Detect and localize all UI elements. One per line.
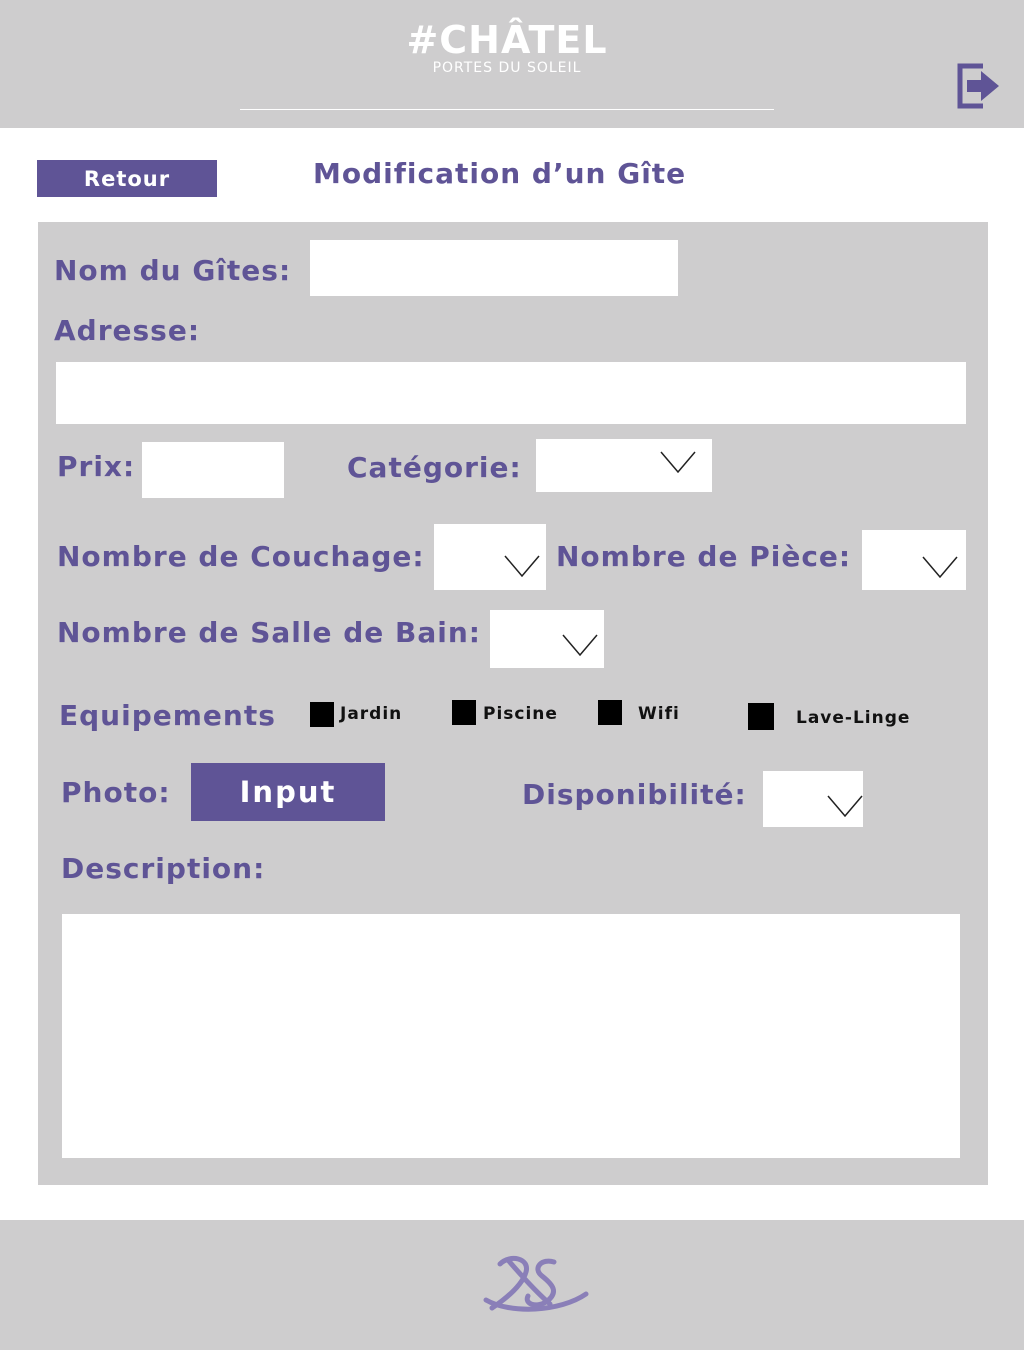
checkbox-label-piscine: Piscine	[483, 704, 558, 724]
chevron-down-icon	[504, 555, 540, 577]
back-button[interactable]: Retour	[37, 160, 217, 197]
checkbox-piscine[interactable]	[452, 700, 476, 725]
name-input[interactable]	[310, 240, 678, 296]
price-input[interactable]	[142, 442, 284, 498]
xs-monogram-logo	[483, 1255, 589, 1312]
rooms-label: Nombre de Pièce:	[556, 540, 852, 573]
rooms-select[interactable]	[862, 530, 966, 590]
description-textarea[interactable]	[62, 914, 960, 1158]
address-input[interactable]	[56, 362, 966, 424]
header: #CHÂTEL PORTES DU SOLEIL	[0, 0, 1024, 128]
beds-label: Nombre de Couchage:	[57, 540, 425, 573]
bathrooms-label: Nombre de Salle de Bain:	[57, 616, 481, 649]
description-label: Description:	[61, 852, 266, 885]
checkbox-label-lave-linge: Lave-Linge	[796, 708, 911, 728]
availability-select[interactable]	[763, 771, 863, 827]
header-divider	[240, 109, 774, 110]
logo-sub-text: PORTES DU SOLEIL	[432, 60, 582, 76]
equipment-label: Equipements	[59, 699, 276, 732]
checkbox-label-jardin: Jardin	[340, 704, 403, 724]
page-title: Modification d’un Gîte	[313, 157, 687, 190]
logo-main-text: #CHÂTEL	[406, 18, 608, 62]
checkbox-wifi[interactable]	[598, 700, 622, 725]
availability-label: Disponibilité:	[522, 778, 747, 811]
address-label: Adresse:	[54, 314, 201, 347]
price-label: Prix:	[57, 450, 136, 483]
beds-select[interactable]	[434, 524, 546, 590]
chatel-logo: #CHÂTEL PORTES DU SOLEIL	[240, 20, 774, 76]
bathrooms-select[interactable]	[490, 610, 604, 668]
category-label: Catégorie:	[347, 451, 522, 484]
category-select[interactable]	[536, 439, 712, 492]
checkbox-jardin[interactable]	[310, 702, 334, 727]
photo-label: Photo:	[61, 776, 171, 809]
photo-input-button[interactable]: Input	[191, 763, 385, 821]
checkbox-lave-linge[interactable]	[748, 703, 774, 730]
name-label: Nom du Gîtes:	[54, 254, 292, 287]
checkbox-label-wifi: Wifi	[638, 704, 680, 724]
chevron-down-icon	[922, 556, 958, 578]
chevron-down-icon	[660, 451, 696, 473]
chevron-down-icon	[562, 634, 598, 656]
chevron-down-icon	[827, 795, 863, 817]
logout-icon[interactable]	[955, 60, 1003, 112]
